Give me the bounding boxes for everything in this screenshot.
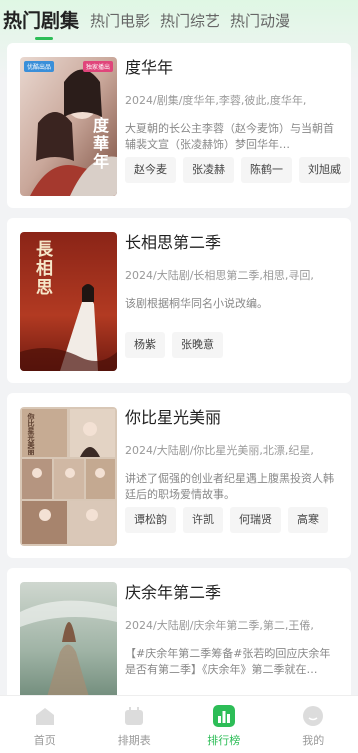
home-icon [34, 705, 56, 727]
ranking-icon [212, 705, 235, 727]
poster-title: 你比星光美丽 [27, 413, 36, 455]
drama-description: 大夏朝的长公主李蓉（赵今麦饰）与当朝首辅裴文宣（张凌赫饰）梦回华年… [125, 122, 334, 151]
nav-label: 我的 [302, 734, 325, 747]
nav-ranking[interactable]: 排行榜 [179, 696, 269, 753]
nav-label: 首页 [33, 734, 56, 747]
cast-chip[interactable]: 许凯 [183, 507, 223, 533]
nav-home[interactable]: 首页 [0, 696, 90, 753]
poster-image[interactable]: 优酷出品 独家播出 度華年 [20, 57, 117, 196]
bottom-navigation: 首页 排期表 排行榜 我的 [0, 695, 358, 753]
cast-list: 谭松韵 许凯 何瑞贤 高寒 [125, 507, 351, 533]
profile-icon [302, 705, 324, 727]
drama-title[interactable]: 你比星光美丽 [125, 407, 351, 429]
cast-chip[interactable]: 赵今麦 [125, 157, 176, 183]
category-tabs: 热门剧集 热门电影 热门综艺 热门动漫 [0, 0, 358, 40]
nav-label: 排行榜 [207, 734, 241, 747]
drama-description: 讲述了倔强的创业者纪星遇上腹黑投资人韩廷后的职场爱情故事。 [125, 472, 334, 501]
cast-chip[interactable]: 高寒 [288, 507, 328, 533]
calendar-icon [123, 705, 145, 727]
cast-chip[interactable]: 陈鹤一 [241, 157, 292, 183]
nav-profile[interactable]: 我的 [269, 696, 358, 753]
poster-image[interactable]: 長相思 [20, 232, 117, 371]
drama-description: 该剧根据桐华同名小说改编。 [125, 297, 268, 310]
poster-title: 度華年 [90, 117, 109, 171]
nav-schedule[interactable]: 排期表 [90, 696, 180, 753]
poster-badge-left: 优酷出品 [24, 61, 55, 72]
drama-meta: 2024/大陆剧/庆余年第二季,第二,王倦, [125, 619, 314, 632]
cast-chip[interactable]: 杨紫 [125, 332, 165, 358]
drama-meta: 2024/大陆剧/你比星光美丽,北漂,纪星, [125, 444, 314, 457]
drama-title[interactable]: 度华年 [125, 57, 351, 79]
poster-title: 長相思 [32, 240, 52, 297]
tab-hot-series[interactable]: 热门剧集 [0, 4, 85, 40]
drama-description: 【#庆余年第二季筹备#张若昀回应庆余年是否有第二季】《庆余年》第二季就在… [125, 647, 331, 676]
cast-chip[interactable]: 谭松韵 [125, 507, 176, 533]
cast-chip[interactable]: 刘旭威 [299, 157, 350, 183]
drama-card[interactable]: 庆余年第二季 2024/大陆剧/庆余年第二季,第二,王倦, 【#庆余年第二季筹备… [7, 568, 351, 695]
drama-card[interactable]: 長相思 长相思第二季 2024/大陆剧/长相思第二季,相思,寻回, 该剧根据桐华… [7, 218, 351, 383]
drama-title[interactable]: 长相思第二季 [125, 232, 351, 254]
drama-card[interactable]: 优酷出品 独家播出 度華年 度华年 2024/剧集/度华年,李蓉,彼此,度华年,… [7, 43, 351, 208]
poster-art [20, 582, 117, 695]
poster-badge-right: 独家播出 [82, 61, 113, 72]
nav-label: 排期表 [117, 734, 151, 747]
poster-image[interactable]: 你比星光美丽 [20, 407, 117, 546]
drama-meta: 2024/剧集/度华年,李蓉,彼此,度华年, [125, 94, 307, 107]
cast-chip[interactable]: 何瑞贤 [230, 507, 281, 533]
cast-list: 赵今麦 张凌赫 陈鹤一 刘旭威 [125, 157, 351, 183]
poster-image[interactable] [20, 582, 117, 695]
tab-hot-variety[interactable]: 热门综艺 [155, 4, 225, 38]
tab-hot-movies[interactable]: 热门电影 [85, 4, 155, 38]
tab-hot-anime[interactable]: 热门动漫 [225, 4, 295, 38]
cast-chip[interactable]: 张凌赫 [183, 157, 234, 183]
cast-list: 杨紫 张晚意 [125, 332, 351, 358]
drama-card[interactable]: 你比星光美丽 你比星光美丽 2024/大陆剧/你比星光美丽,北漂,纪星, 讲述了… [7, 393, 351, 558]
drama-list[interactable]: 优酷出品 独家播出 度華年 度华年 2024/剧集/度华年,李蓉,彼此,度华年,… [7, 43, 351, 695]
drama-title[interactable]: 庆余年第二季 [125, 582, 351, 604]
drama-meta: 2024/大陆剧/长相思第二季,相思,寻回, [125, 269, 314, 282]
cast-chip[interactable]: 张晚意 [172, 332, 223, 358]
